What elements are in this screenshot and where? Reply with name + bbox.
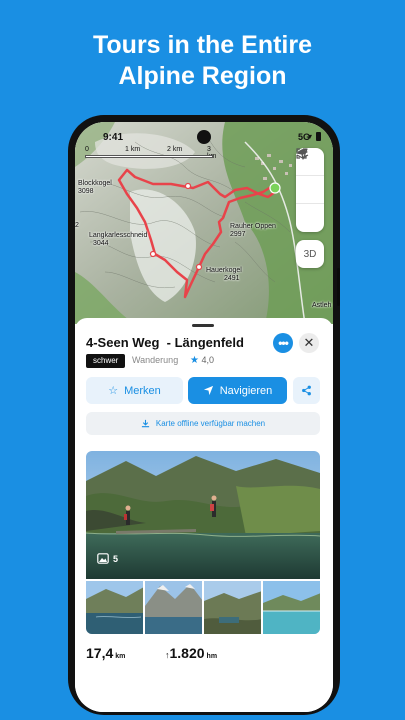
photo-count-value: 5 [113, 553, 119, 564]
thumbnail-image [86, 581, 143, 634]
navigate-label: Navigieren [219, 384, 273, 397]
star-icon: ★ [190, 355, 199, 366]
map-label-astlehn: Astleh [312, 302, 332, 309]
peak-name: Hauerkogel [206, 267, 242, 274]
distance-unit: km [115, 653, 126, 660]
3d-button[interactable]: 3D [296, 240, 324, 268]
map-label-blockkogel: Blockkogel 3098 [78, 180, 112, 196]
distance-stat: 17,4 km [86, 645, 125, 661]
close-icon: ✕ [303, 335, 315, 350]
tour-detail-sheet: 4-Seen Weg - Längenfeld ••• ✕ schwer Wan… [75, 318, 333, 712]
more-options-button[interactable]: ••• [273, 333, 293, 353]
map-view[interactable]: 9:41 5G ▾ 0 1 km 2 km 3 km Blockkogel 30… [75, 122, 333, 324]
map-controls [296, 148, 324, 232]
share-button[interactable] [293, 377, 320, 404]
thumbnail-1[interactable] [86, 581, 143, 634]
wifi-icon: ▾ [308, 132, 313, 141]
share-icon [302, 385, 311, 396]
map-label-left-cut: 2 [75, 222, 79, 229]
phone-screen: 9:41 5G ▾ 0 1 km 2 km 3 km Blockkogel 30… [75, 122, 333, 712]
peak-name: Blockkogel [78, 180, 112, 187]
save-label: Merken [124, 384, 161, 397]
offline-map-button[interactable]: Karte offline verfügbar machen [86, 412, 320, 435]
peak-altitude: 3098 [78, 188, 94, 195]
map-scale: 0 1 km 2 km 3 km [85, 146, 216, 160]
thumbnail-image [263, 581, 320, 634]
tour-title: 4-Seen Weg - Längenfeld [86, 335, 244, 350]
peak-altitude: 3044 [93, 240, 109, 247]
status-time: 9:41 [103, 132, 124, 143]
tour-photo-main[interactable]: 5 [86, 451, 320, 579]
scale-bar [85, 155, 213, 158]
status-bar: 9:41 5G ▾ [75, 128, 333, 144]
thumbnail-3[interactable] [204, 581, 261, 634]
peak-altitude: 2997 [230, 231, 246, 238]
fullscreen-icon [296, 148, 307, 159]
scale-label-2: 2 km [167, 146, 183, 153]
navigate-button[interactable]: Navigieren [188, 377, 287, 404]
thumbnail-image [204, 581, 261, 634]
front-camera [197, 130, 211, 144]
tour-category: Wanderung [132, 355, 179, 365]
offline-label: Karte offline verfügbar machen [155, 419, 266, 428]
gallery-icon [97, 553, 109, 564]
map-label-rauher-oppen: Rauher Oppen 2997 [230, 223, 276, 239]
fullscreen-button[interactable] [296, 148, 324, 232]
download-icon [141, 419, 149, 428]
photo-thumbnails [86, 581, 320, 634]
lake-hikers-photo [86, 451, 320, 579]
navigation-arrow-icon [203, 385, 213, 396]
photo-count: 5 [97, 553, 118, 564]
more-icon: ••• [278, 336, 289, 350]
thumbnail-2[interactable] [145, 581, 202, 634]
scale-label-1: 1 km [125, 146, 141, 153]
phone-side-button [337, 268, 340, 306]
ascent-value: 1.820 [169, 645, 205, 661]
ascent-stat: ↑1.820 hm [165, 645, 217, 661]
distance-value: 17,4 [86, 645, 114, 661]
save-button[interactable]: ☆ Merken [86, 377, 183, 404]
map-label-langkarlesschneid: Langkarlesschneid 3044 [89, 232, 147, 248]
tour-rating: ★ 4,0 [190, 355, 214, 366]
peak-altitude: 2491 [224, 275, 240, 282]
difficulty-badge: schwer [86, 354, 126, 368]
tour-stats: 17,4 km ↑1.820 hm [86, 645, 320, 675]
close-button[interactable]: ✕ [299, 333, 319, 353]
thumbnail-image [145, 581, 202, 634]
headline-line-1: Tours in the Entire [93, 31, 312, 59]
map-label-hauerkogel: Hauerkogel 2491 [206, 267, 242, 283]
rating-value: 4,0 [201, 355, 214, 365]
route-start-marker[interactable] [269, 182, 281, 194]
peak-name: Rauher Oppen [230, 223, 276, 230]
headline-line-2: Alpine Region [118, 62, 287, 90]
headline: Tours in the Entire Alpine Region [0, 30, 405, 92]
peak-name: Langkarlesschneid [89, 232, 148, 239]
battery-icon [316, 132, 321, 141]
sheet-drag-handle[interactable] [192, 324, 214, 327]
thumbnail-4[interactable] [263, 581, 320, 634]
layers-button[interactable] [296, 149, 324, 204]
scale-label-0: 0 [85, 146, 89, 153]
ascent-unit: hm [206, 653, 218, 660]
star-outline-icon: ☆ [108, 385, 119, 397]
